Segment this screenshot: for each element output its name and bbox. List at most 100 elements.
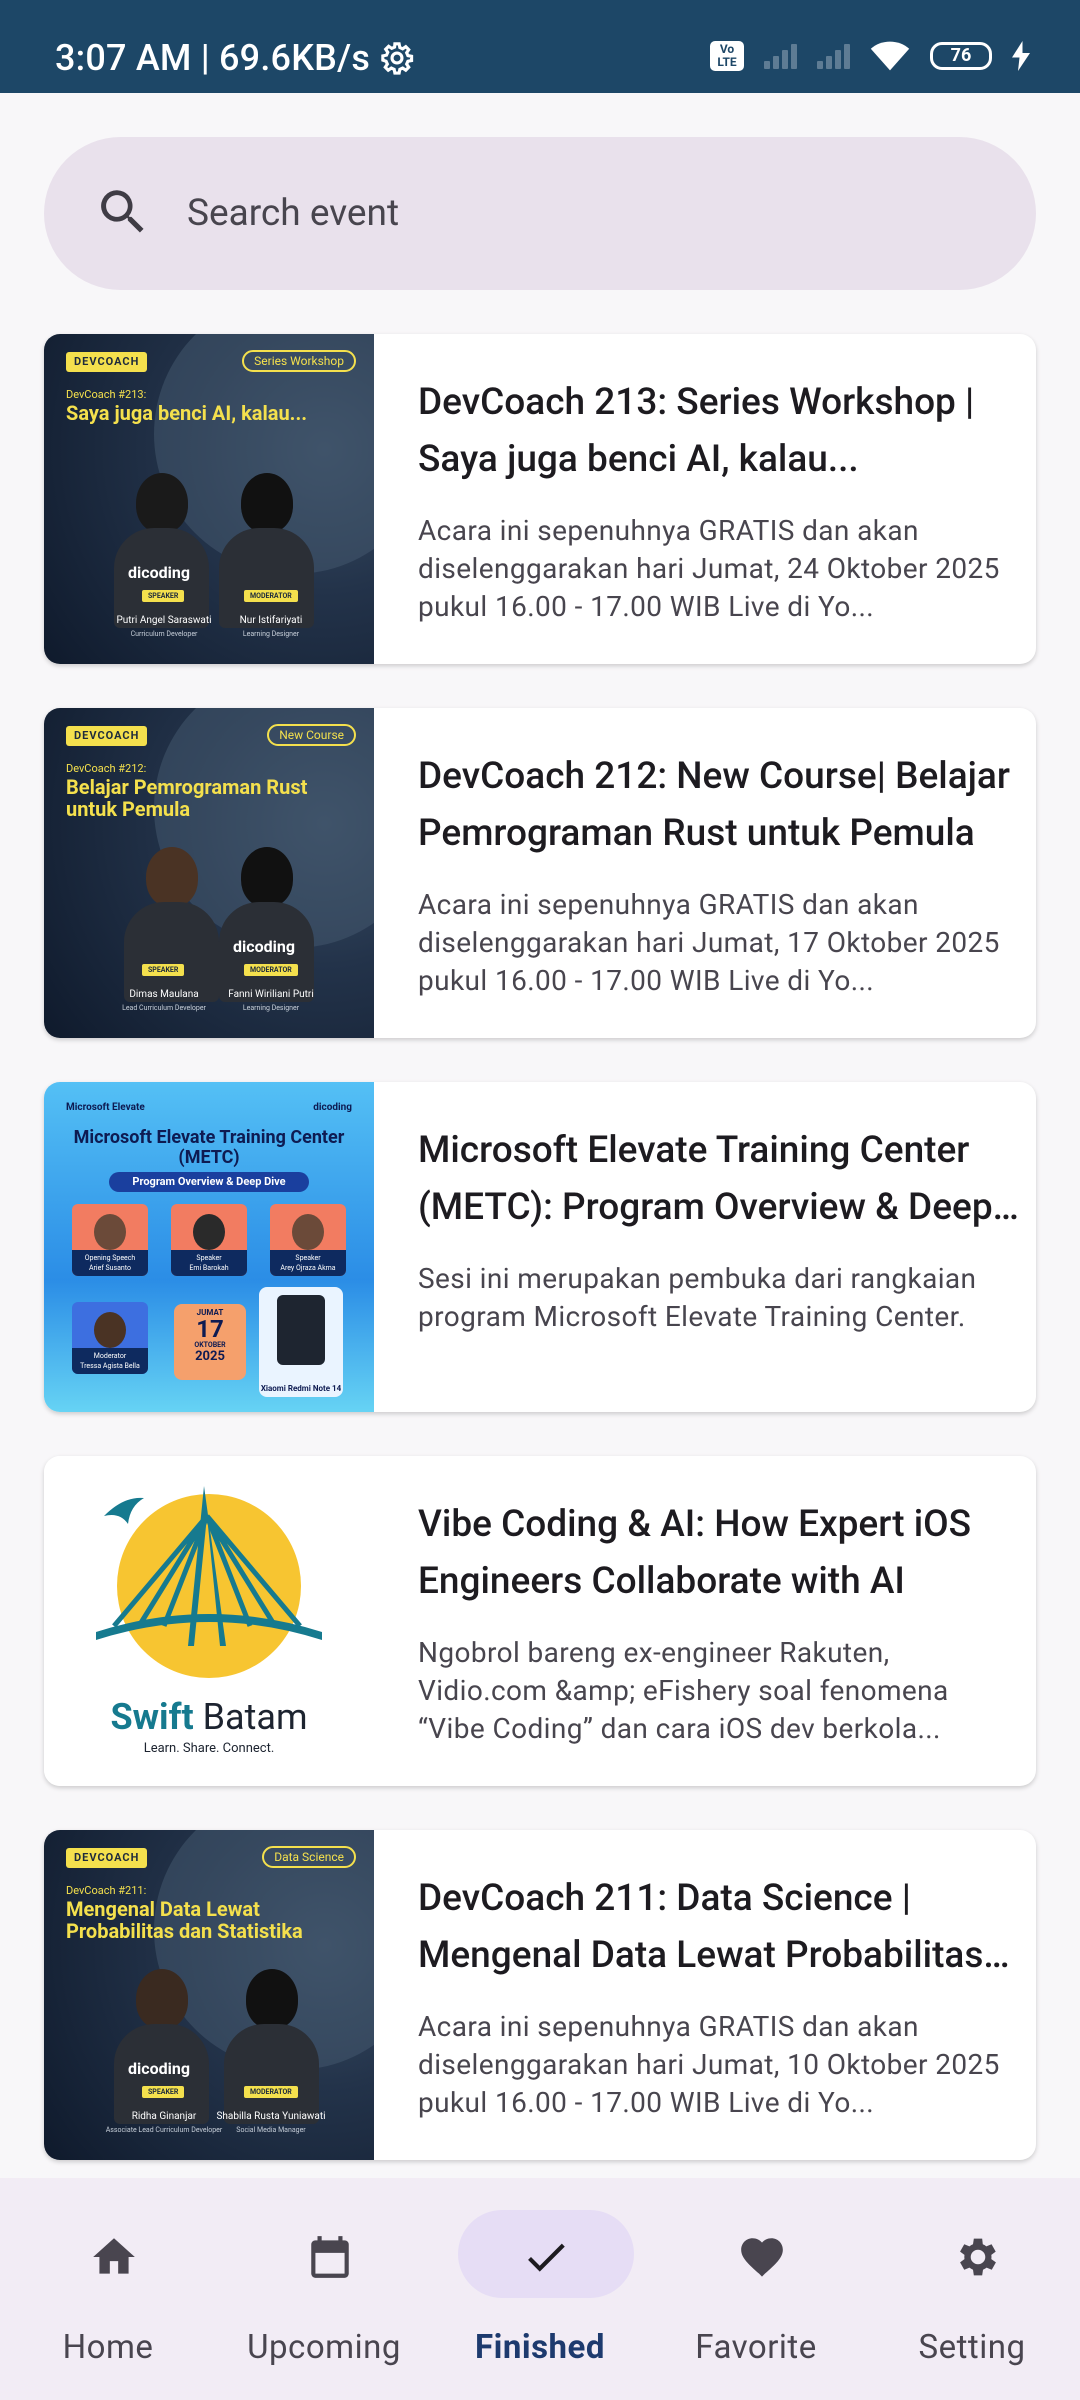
devcoach-logo: DEVCOACH: [66, 352, 148, 372]
search-icon: [101, 190, 144, 233]
speaker-photo: dicoding: [114, 473, 209, 628]
status-bar: 3:07 AM | 69.6KB/s Vo LTE 76: [0, 0, 1080, 93]
swift-batam-logo: [96, 1486, 322, 1678]
moderator-photo: Moderator Tressa Agista Bella: [72, 1302, 148, 1374]
moderator-name: Fanni Wiriliani Putri: [228, 989, 314, 1000]
moderator-photo: [224, 1969, 319, 2124]
search-input[interactable]: Search event: [187, 192, 399, 235]
thumb-brand: dicoding: [128, 563, 190, 582]
thumb-subtitle: DevCoach #211:: [66, 1884, 147, 1897]
status-left: 3:07 AM | 69.6KB/s: [55, 37, 414, 79]
person-role: Opening Speech: [84, 1254, 136, 1262]
person-role: Moderator: [93, 1352, 127, 1360]
thumb-headline: Belajar Pemrograman Rust untuk Pemula: [66, 775, 308, 821]
nav-item-finished[interactable]: Finished: [432, 2210, 648, 2380]
event-card[interactable]: DEVCOACH Data Science DevCoach #211: Men…: [44, 1830, 1036, 2160]
thumb-subtitle: DevCoach #212:: [66, 762, 147, 775]
event-thumbnail: Swift Batam Learn. Share. Connect.: [44, 1456, 374, 1786]
nav-item-upcoming[interactable]: Upcoming: [216, 2210, 432, 2380]
date-month: OKTOBER: [194, 1341, 226, 1349]
brand-name-batam: Batam: [193, 1696, 308, 1738]
event-description: Sesi ini merupakan pembuka dari rangkaia…: [418, 1262, 977, 1333]
speaker-photo: Opening Speech Arief Susanto: [72, 1204, 148, 1276]
person-role: Speaker: [295, 1254, 321, 1262]
event-description: Acara ini sepenuhnya GRATIS dan akan dis…: [418, 514, 1000, 623]
moderator-title: Learning Designer: [242, 630, 300, 638]
event-title: DevCoach 212: New Course| Belajar Pemrog…: [418, 755, 1010, 855]
event-thumbnail: Microsoft Elevate dicoding Microsoft Ele…: [44, 1082, 374, 1412]
nav-label: Home: [62, 2328, 154, 2367]
battery-icon: 76: [930, 42, 992, 70]
moderator-name: Nur Istifariyati: [239, 615, 303, 626]
dicoding-logo: dicoding: [313, 1102, 352, 1113]
bottom-navigation: Home Upcoming Finished Favorite Setting: [0, 2178, 1080, 2400]
thumb-tag: New Course: [267, 724, 356, 746]
brand-name-swift: Swift: [110, 1696, 194, 1738]
nav-label: Favorite: [695, 2328, 817, 2367]
status-time: 3:07 AM | 69.6KB/s: [55, 37, 371, 79]
check-icon: [528, 2243, 565, 2272]
speaker-photo: dicoding: [114, 1969, 209, 2124]
event-description: Acara ini sepenuhnya GRATIS dan akan dis…: [418, 2010, 1000, 2119]
speaker-badge: SPEAKER: [142, 964, 185, 976]
speaker-photo: [124, 847, 219, 1002]
nav-item-home[interactable]: Home: [0, 2210, 216, 2380]
speaker-badge: SPEAKER: [142, 2086, 185, 2098]
person-name: Arey Ojraza Akma: [280, 1264, 336, 1272]
status-icons: Vo LTE 76: [710, 40, 1030, 72]
thumb-brand: dicoding: [128, 2059, 190, 2078]
moderator-badge: MODERATOR: [244, 590, 298, 602]
event-card[interactable]: DEVCOACH New Course DevCoach #212: Belaj…: [44, 708, 1036, 1038]
prize-label: Xiaomi Redmi Note 14: [260, 1384, 342, 1393]
moderator-badge: MODERATOR: [244, 964, 298, 976]
event-description: Acara ini sepenuhnya GRATIS dan akan dis…: [418, 888, 1000, 997]
wifi-icon: [870, 41, 910, 71]
thumb-headline: Mengenal Data Lewat Probabilitas dan Sta…: [66, 1897, 303, 1943]
nav-label: Upcoming: [247, 2328, 401, 2367]
person-role: Speaker: [196, 1254, 222, 1262]
settings-gear-icon: [381, 42, 414, 75]
swift-batam-tagline: Learn. Share. Connect.: [143, 1741, 275, 1756]
thumb-brand: dicoding: [233, 937, 295, 956]
event-thumbnail: DEVCOACH Series Workshop DevCoach #213: …: [44, 334, 374, 664]
event-title: Vibe Coding & AI: How Expert iOS Enginee…: [418, 1503, 972, 1603]
devcoach-logo: DEVCOACH: [66, 1848, 148, 1868]
nav-label: Finished: [475, 2328, 605, 2367]
signal-icon-1: [764, 43, 797, 69]
event-title: DevCoach 213: Series Workshop | Saya jug…: [418, 381, 975, 481]
thumb-subtitle: DevCoach #213:: [66, 388, 147, 401]
event-card[interactable]: Swift Batam Learn. Share. Connect. Vibe …: [44, 1456, 1036, 1786]
date-number: 17: [196, 1315, 224, 1343]
thumb-headline: Microsoft Elevate Training Center (METC): [73, 1127, 345, 1168]
search-bar[interactable]: Search event: [44, 137, 1036, 290]
date-badge: JUMAT 17 OKTOBER 2025: [174, 1304, 246, 1380]
nav-item-setting[interactable]: Setting: [864, 2210, 1080, 2380]
nav-item-favorite[interactable]: Favorite: [648, 2210, 864, 2380]
moderator-photo: dicoding: [219, 847, 314, 1002]
prize-phone: Xiaomi Redmi Note 14: [259, 1287, 343, 1397]
moderator-name: Shabilla Rusta Yuniawati: [216, 2111, 326, 2122]
microsoft-logo: Microsoft Elevate: [66, 1102, 145, 1113]
volte-icon: Vo LTE: [710, 41, 744, 71]
person-name: Arief Susanto: [88, 1264, 132, 1272]
person-name: Tressa Agista Bella: [80, 1362, 140, 1370]
date-year: 2025: [195, 1349, 225, 1364]
signal-icon-2: [817, 43, 850, 69]
speaker-badge: SPEAKER: [142, 590, 185, 602]
event-description: Ngobrol bareng ex-engineer Rakuten, Vidi…: [418, 1636, 949, 1745]
speaker-photo: Speaker Emi Barokah: [171, 1204, 247, 1276]
devcoach-logo: DEVCOACH: [66, 726, 148, 746]
event-card[interactable]: DEVCOACH Series Workshop DevCoach #213: …: [44, 334, 1036, 664]
calendar-icon: [311, 2236, 349, 2278]
event-title: Microsoft Elevate Training Center (METC)…: [418, 1129, 993, 1229]
charging-bolt-icon: [1012, 41, 1030, 71]
speaker-photo: Speaker Arey Ojraza Akma: [270, 1204, 346, 1276]
moderator-title: Social Media Manager: [236, 2126, 306, 2134]
home-icon: [93, 2238, 135, 2274]
thumb-tag: Series Workshop: [242, 350, 356, 372]
moderator-photo: [219, 473, 314, 628]
heart-icon: [741, 2238, 783, 2277]
event-card[interactable]: Microsoft Elevate dicoding Microsoft Ele…: [44, 1082, 1036, 1412]
thumb-headline: Saya juga benci AI, kalau...: [66, 401, 308, 425]
event-title: DevCoach 211: Data Science | Mengenal Da…: [418, 1877, 984, 1977]
